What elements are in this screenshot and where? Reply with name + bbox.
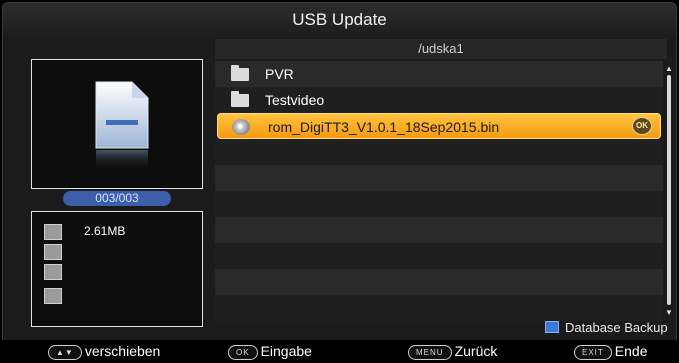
database-backup-label: Database Backup: [565, 320, 668, 335]
disc-icon: [232, 119, 250, 135]
list-item-empty: [215, 269, 663, 295]
chevron-up-icon[interactable]: ▲: [665, 65, 673, 73]
file-counter: 003/003: [63, 191, 171, 206]
current-path: /udska1: [215, 39, 667, 59]
database-backup-hint[interactable]: Database Backup: [545, 320, 668, 336]
file-list: PVR Testvideo rom_DigiTT3_V1.0.1_18Sep20…: [215, 61, 663, 341]
list-item-rom-file[interactable]: rom_DigiTT3_V1.0.1_18Sep2015.bin OK: [217, 113, 661, 139]
list-item-testvideo[interactable]: Testvideo: [215, 87, 663, 113]
list-item-empty: [215, 165, 663, 191]
image-icon: [44, 224, 62, 240]
ok-key-icon: OK: [228, 345, 258, 360]
list-item-empty: [215, 217, 663, 243]
exit-key-icon: EXIT: [574, 345, 612, 360]
exit-hint: EXIT Ende: [574, 343, 647, 360]
menu-label: Zurück: [454, 343, 498, 359]
move-label: verschieben: [84, 343, 161, 359]
menu-key-icon: MENU: [408, 345, 452, 360]
folder-icon: [231, 65, 249, 81]
list-item-empty: [215, 295, 663, 321]
exit-label: Ende: [614, 343, 648, 359]
file-info-panel: 2.61MB: [31, 211, 203, 327]
file-preview-panel: [31, 59, 203, 189]
folder-icon: [231, 91, 249, 107]
window-title: USB Update: [3, 3, 676, 37]
file-size: 2.61MB: [84, 224, 126, 238]
ok-label: Eingabe: [260, 343, 312, 359]
list-item-empty: [215, 139, 663, 165]
list-item-label: PVR: [265, 66, 294, 82]
footer-bar: ▲▼ verschieben OK Eingabe MENU Zurück EXIT E…: [0, 340, 679, 363]
menu-hint: MENU Zurück: [408, 343, 497, 360]
person-icon: [44, 244, 62, 260]
list-item-empty: [215, 243, 663, 269]
ok-hint: OK Eingabe: [228, 343, 312, 360]
list-item-pvr[interactable]: PVR: [215, 61, 663, 87]
document-icon: [95, 81, 149, 172]
chevron-down-icon[interactable]: ▼: [665, 309, 673, 317]
screen-icon: [44, 264, 62, 280]
list-item-label: rom_DigiTT3_V1.0.1_18Sep2015.bin: [268, 119, 500, 135]
list-item-empty: [215, 191, 663, 217]
settings-icon: [44, 288, 62, 304]
arrow-keys-icon: ▲▼: [48, 345, 82, 360]
list-item-label: Testvideo: [265, 92, 325, 108]
blue-key-icon: [545, 321, 559, 333]
scrollbar[interactable]: ▲ ▼: [665, 65, 673, 317]
scroll-thumb[interactable]: [667, 75, 671, 305]
ok-badge: OK: [632, 117, 652, 135]
usb-update-window: USB Update /udska1 003/003 2.61MB PVR Te…: [2, 2, 677, 361]
move-hint: ▲▼ verschieben: [48, 343, 160, 360]
